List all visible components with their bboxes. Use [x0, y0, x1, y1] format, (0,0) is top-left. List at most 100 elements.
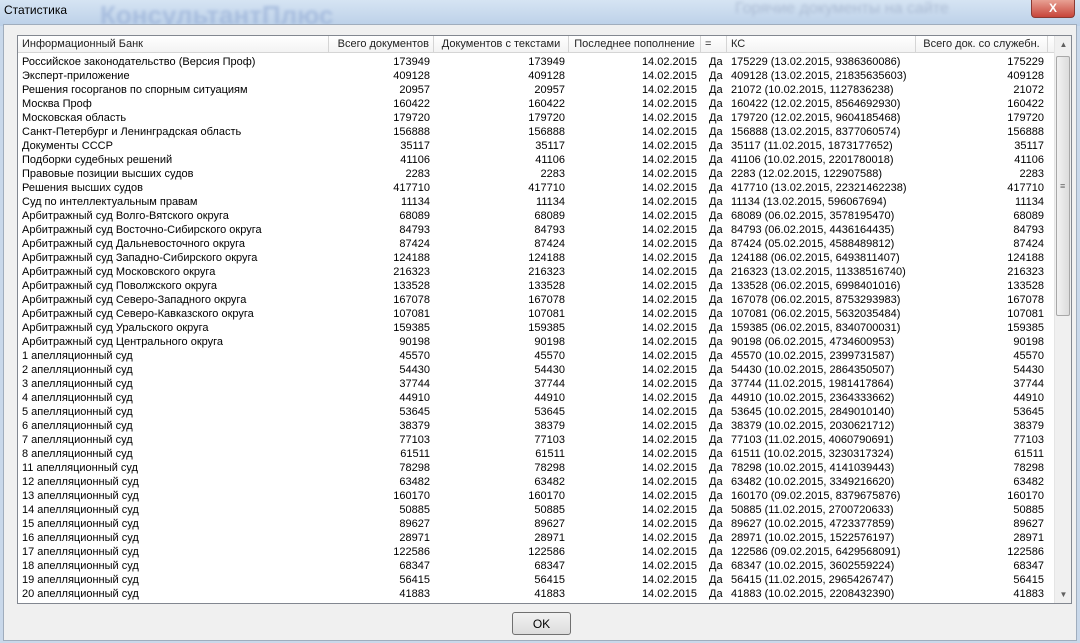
- table-row[interactable]: 18 апелляционный суд 68347 68347 14.02.2015…: [18, 559, 1048, 573]
- table-row[interactable]: 3 апелляционный суд 37744 37744 14.02.2015 Д…: [18, 377, 1048, 391]
- table-row[interactable]: Арбитражный суд Центрального округа 90198…: [18, 335, 1048, 349]
- table-row[interactable]: 7 апелляционный суд 77103 77103 14.02.2015 Д…: [18, 433, 1048, 447]
- equal-flag: Да: [709, 126, 723, 138]
- table-row[interactable]: Арбитражный суд Поволжского округа 133528…: [18, 279, 1048, 293]
- table-row[interactable]: Арбитражный суд Уральского округа 159385 1…: [18, 321, 1048, 335]
- equal-flag: Да: [709, 252, 723, 264]
- table-row[interactable]: Арбитражный суд Восточно-Сибирского окру…: [18, 223, 1048, 237]
- equal-flag: Да: [709, 182, 723, 194]
- total-docs: 122586: [393, 546, 430, 558]
- table-row[interactable]: Решения высших судов 417710 417710 14.02.20…: [18, 181, 1048, 195]
- table-row[interactable]: Московская область 179720 179720 14.02.2015…: [18, 111, 1048, 125]
- table-row[interactable]: 11 апелляционный суд 78298 78298 14.02.2015…: [18, 461, 1048, 475]
- table-row[interactable]: Арбитражный суд Северо-Западного округа 1…: [18, 293, 1048, 307]
- total-docs: 41106: [400, 154, 430, 166]
- equal-flag: Да: [709, 504, 723, 516]
- bank-name: 13 апелляционный суд: [22, 490, 139, 502]
- background-hot-docs-link: Горячие документы на сайте: [735, 0, 949, 17]
- table-row[interactable]: 5 апелляционный суд 53645 53645 14.02.2015 Д…: [18, 405, 1048, 419]
- table-row[interactable]: Суд по интеллектуальным правам 11134 11134…: [18, 195, 1048, 209]
- ks-info: 124188 (06.02.2015, 6493811407): [731, 252, 900, 264]
- table-row[interactable]: 20 апелляционный суд 41883 41883 14.02.2015…: [18, 587, 1048, 601]
- docs-with-texts: 77103: [534, 434, 565, 446]
- table-row[interactable]: 6 апелляционный суд 38379 38379 14.02.2015 Д…: [18, 419, 1048, 433]
- column-header-equal[interactable]: =: [701, 36, 727, 52]
- total-with-service: 409128: [1007, 70, 1044, 82]
- statistics-table: Информационный Банк Всего документов Док…: [17, 35, 1072, 604]
- bank-name: 7 апелляционный суд: [22, 434, 133, 446]
- ks-info: 61511 (10.02.2015, 3230317324): [731, 448, 894, 460]
- vertical-scrollbar[interactable]: ▲ ≡ ▼: [1054, 36, 1071, 603]
- table-row[interactable]: Российское законодательство (Версия Проф…: [18, 55, 1048, 69]
- bank-name: Арбитражный суд Центрального округа: [22, 336, 224, 348]
- equal-flag: Да: [709, 266, 723, 278]
- total-docs: 77103: [399, 434, 430, 446]
- scroll-down-arrow-icon[interactable]: ▼: [1055, 586, 1071, 603]
- ok-button[interactable]: OK: [512, 612, 571, 635]
- table-row[interactable]: Москва Проф 160422 160422 14.02.2015 Да 16042…: [18, 97, 1048, 111]
- total-docs: 56415: [399, 574, 430, 586]
- table-row[interactable]: 4 апелляционный суд 44910 44910 14.02.2015 Д…: [18, 391, 1048, 405]
- total-with-service: 156888: [1007, 126, 1044, 138]
- last-update: 14.02.2015: [641, 462, 697, 474]
- table-row[interactable]: Арбитражный суд Дальневосточного округа 8…: [18, 237, 1048, 251]
- docs-with-texts: 78298: [534, 462, 565, 474]
- table-row[interactable]: Санкт-Петербург и Ленинградская область 1…: [18, 125, 1048, 139]
- total-docs: 87424: [399, 238, 430, 250]
- table-row[interactable]: Документы СССР 35117 35117 14.02.2015 Да 3511…: [18, 139, 1048, 153]
- total-docs: 160422: [393, 98, 430, 110]
- column-header-bank[interactable]: Информационный Банк: [18, 36, 329, 52]
- table-row[interactable]: 14 апелляционный суд 50885 50885 14.02.2015…: [18, 503, 1048, 517]
- docs-with-texts: 87424: [534, 238, 565, 250]
- table-row[interactable]: Арбитражный суд Северо-Кавказского округ…: [18, 307, 1048, 321]
- total-with-service: 124188: [1007, 252, 1044, 264]
- last-update: 14.02.2015: [641, 252, 697, 264]
- last-update: 14.02.2015: [641, 266, 697, 278]
- table-row[interactable]: 17 апелляционный суд 122586 122586 14.02.20…: [18, 545, 1048, 559]
- table-row[interactable]: 8 апелляционный суд 61511 61511 14.02.2015 Д…: [18, 447, 1048, 461]
- close-button[interactable]: X: [1031, 0, 1075, 18]
- table-row[interactable]: Эксперт-приложение 409128 409128 14.02.2015…: [18, 69, 1048, 83]
- column-header-with-texts[interactable]: Документов с текстами: [434, 36, 569, 52]
- table-row[interactable]: Решения госорганов по спорным ситуациям 2…: [18, 83, 1048, 97]
- equal-flag: Да: [709, 210, 723, 222]
- equal-flag: Да: [709, 70, 723, 82]
- total-docs: 417710: [393, 182, 430, 194]
- scroll-up-arrow-icon[interactable]: ▲: [1055, 36, 1071, 53]
- last-update: 14.02.2015: [641, 518, 697, 530]
- total-with-service: 107081: [1007, 308, 1044, 320]
- column-header-ks[interactable]: КС: [727, 36, 916, 52]
- column-header-last-update[interactable]: Последнее пополнение: [569, 36, 701, 52]
- table-row[interactable]: Арбитражный суд Волго-Вятского округа 680…: [18, 209, 1048, 223]
- ks-info: 68347 (10.02.2015, 3602559224): [731, 560, 895, 572]
- total-docs: 124188: [393, 252, 430, 264]
- table-row[interactable]: Правовые позиции высших судов 2283 2283 14.…: [18, 167, 1048, 181]
- bank-name: 12 апелляционный суд: [22, 476, 139, 488]
- column-header-total[interactable]: Всего документов: [329, 36, 434, 52]
- bank-name: Решения госорганов по спорным ситуациям: [22, 84, 248, 96]
- table-row[interactable]: 13 апелляционный суд 160170 160170 14.02.20…: [18, 489, 1048, 503]
- table-row[interactable]: 19 апелляционный суд 56415 56415 14.02.2015…: [18, 573, 1048, 587]
- table-row[interactable]: 15 апелляционный суд 89627 89627 14.02.2015…: [18, 517, 1048, 531]
- table-row[interactable]: 2 апелляционный суд 54430 54430 14.02.2015 Д…: [18, 363, 1048, 377]
- column-header-total-service[interactable]: Всего док. со служебн.: [916, 36, 1048, 52]
- ks-info: 44910 (10.02.2015, 2364333662): [731, 392, 895, 404]
- ks-info: 45570 (10.02.2015, 2399731587): [731, 350, 895, 362]
- last-update: 14.02.2015: [641, 294, 697, 306]
- docs-with-texts: 2283: [540, 168, 565, 180]
- table-row[interactable]: Арбитражный суд Западно-Сибирского округ…: [18, 251, 1048, 265]
- bank-name: Документы СССР: [22, 140, 113, 152]
- table-row[interactable]: 12 апелляционный суд 63482 63482 14.02.2015…: [18, 475, 1048, 489]
- docs-with-texts: 11134: [536, 196, 565, 208]
- table-row[interactable]: Подборки судебных решений 41106 41106 14.02…: [18, 153, 1048, 167]
- ks-info: 37744 (11.02.2015, 1981417864): [731, 378, 894, 390]
- table-row[interactable]: 1 апелляционный суд 45570 45570 14.02.2015 Д…: [18, 349, 1048, 363]
- total-docs: 11134: [401, 196, 430, 208]
- docs-with-texts: 107081: [528, 308, 565, 320]
- scrollbar-thumb[interactable]: ≡: [1056, 56, 1070, 316]
- total-docs: 133528: [393, 280, 430, 292]
- docs-with-texts: 53645: [534, 406, 565, 418]
- docs-with-texts: 417710: [528, 182, 565, 194]
- table-row[interactable]: Арбитражный суд Московского округа 216323…: [18, 265, 1048, 279]
- table-row[interactable]: 16 апелляционный суд 28971 28971 14.02.2015…: [18, 531, 1048, 545]
